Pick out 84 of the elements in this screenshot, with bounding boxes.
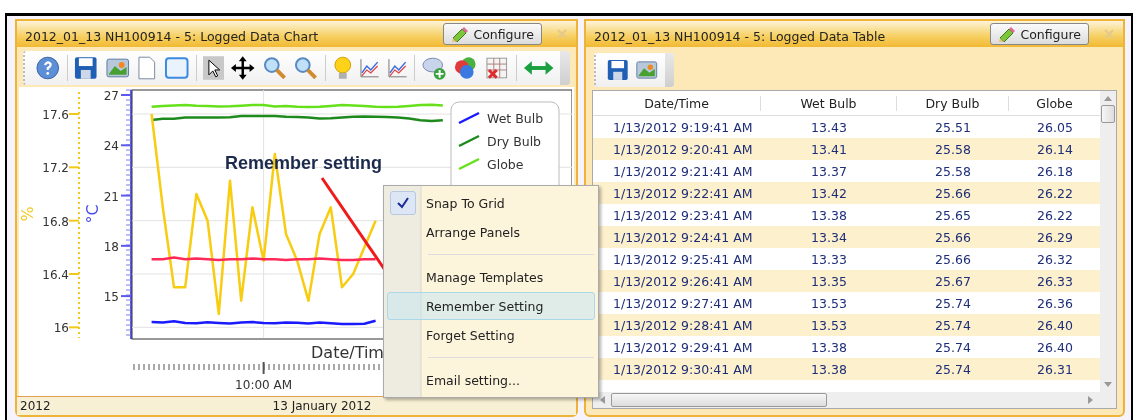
menu-item[interactable]: Arrange Panels: [387, 218, 595, 246]
table-cell-text: 25.74: [934, 295, 972, 311]
configure-button[interactable]: Configure: [443, 23, 542, 45]
axis-title: °C: [83, 204, 102, 224]
table-cell-text: 26.22: [1036, 207, 1074, 223]
axis-tick-label: 15: [103, 290, 119, 305]
axis-tick-label: 16: [53, 321, 69, 336]
table-cell-text: 13.38: [810, 339, 848, 355]
menu-item[interactable]: Remember Setting: [387, 292, 595, 320]
table-cell-text: 13.53: [810, 317, 848, 333]
table-cell-text: 13.34: [810, 229, 848, 245]
table-cell-text: 1/13/2012 9:21:41 AM: [612, 163, 754, 179]
table-row[interactable]: 1/13/2012 9:22:41 AM 13.42 25.66 26.22: [593, 182, 1100, 204]
table-cell-text: 13.42: [810, 185, 848, 201]
table-cell-text: 25.58: [934, 163, 972, 179]
table-cell-text: 26.14: [1036, 141, 1074, 157]
table-cell-text: 26.32: [1036, 251, 1074, 267]
legend-label: Globe: [487, 157, 524, 172]
table-row[interactable]: 1/13/2012 9:21:41 AM 13.37 25.58 26.18: [593, 160, 1100, 182]
table-cell-text: 1/13/2012 9:27:41 AM: [612, 295, 754, 311]
status-text: 13 January 2012: [272, 399, 372, 413]
axis-tick-label: 16.8: [42, 214, 69, 229]
table-cell-text: 26.05: [1036, 119, 1074, 135]
axis-tick-label: 10:00 AM: [235, 378, 293, 392]
table-cell-text: 25.67: [934, 273, 972, 289]
table-cell-text: 25.66: [934, 185, 972, 201]
configure-button[interactable]: Configure: [990, 23, 1089, 45]
status-text: 2012: [20, 399, 51, 413]
table-cell-text: 26.18: [1036, 163, 1074, 179]
table-cell-text: 1/13/2012 9:28:41 AM: [612, 317, 754, 333]
axis-tick-label: 24: [103, 139, 119, 154]
table-cell-text: 13.33: [810, 251, 848, 267]
table-cell-text: 25.74: [934, 317, 972, 333]
menu-item[interactable]: Snap To Grid: [387, 189, 595, 217]
axis-tick-label: 17.6: [42, 108, 69, 122]
table-cell-text: 1/13/2012 9:29:41 AM: [612, 339, 754, 355]
panel-title: 2012_01_13 NH100914 - 5: Logged Data Chart: [25, 27, 320, 44]
table-row[interactable]: 1/13/2012 9:19:41 AM 13.43 25.51 26.05: [593, 116, 1100, 138]
table-cell-text: 25.74: [934, 361, 972, 377]
axis-tick-label: 16.4: [42, 268, 69, 282]
axis-tick-label: 27: [103, 89, 119, 104]
table-cell-text: 25.51: [934, 119, 972, 135]
axis-tick-label: 17.2: [42, 161, 69, 176]
table-cell-text: 26.40: [1036, 317, 1074, 333]
menu-item[interactable]: Manage Templates: [387, 263, 595, 291]
table-cell-text: 26.29: [1036, 229, 1074, 245]
table-cell-text: 13.53: [810, 295, 848, 311]
table-cell-text: 1/13/2012 9:24:41 AM: [612, 229, 754, 245]
table-cell-text: 26.33: [1036, 273, 1074, 289]
table-cell-text: 1/13/2012 9:30:41 AM: [612, 361, 754, 377]
table-cell-text: 26.40: [1036, 339, 1074, 355]
table-cell-text: 13.37: [810, 163, 848, 179]
table-cell-text: 1/13/2012 9:26:41 AM: [612, 273, 754, 289]
table-cell-text: 1/13/2012 9:19:41 AM: [612, 119, 754, 135]
table-cell-text: 13.43: [810, 119, 848, 135]
column-header[interactable]: Date/Time: [593, 95, 761, 111]
legend-label: Dry Bulb: [487, 134, 542, 149]
table-cell-text: 25.66: [934, 251, 972, 267]
table-cell-text: 25.58: [934, 141, 972, 157]
table-cell-text: 13.38: [810, 207, 848, 223]
table-cell-text: 26.31: [1036, 361, 1074, 377]
legend-label: Wet Bulb: [487, 111, 544, 126]
table-cell-text: 26.22: [1036, 185, 1074, 201]
table-cell-text: 25.65: [934, 207, 972, 223]
table-cell-text: 13.38: [810, 361, 848, 377]
table-row[interactable]: 1/13/2012 9:20:41 AM 13.41 25.58 26.14: [593, 138, 1100, 160]
table-cell-text: 25.66: [934, 229, 972, 245]
menu-item[interactable]: Email setting...: [387, 366, 595, 394]
axis-title: Date/Tim: [311, 343, 384, 362]
menu-item[interactable]: Forget Setting: [387, 321, 595, 349]
table-cell-text: 1/13/2012 9:20:41 AM: [612, 141, 754, 157]
axis-title: %: [19, 206, 37, 222]
axis-tick-label: 18: [103, 239, 119, 254]
panel-title: 2012_01_13 NH100914 - 5: Logged Data Table: [594, 27, 887, 44]
table-cell-text: 1/13/2012 9:25:41 AM: [612, 251, 754, 267]
table-cell-text: 25.74: [934, 339, 972, 355]
column-header[interactable]: Dry Bulb: [897, 95, 1009, 111]
table-cell-text: 1/13/2012 9:23:41 AM: [612, 207, 754, 223]
axis-tick-label: 21: [103, 189, 119, 204]
column-header[interactable]: Wet Bulb: [761, 95, 897, 111]
table-cell-text: 26.36: [1036, 295, 1074, 311]
table-cell-text: 1/13/2012 9:22:41 AM: [612, 185, 754, 201]
table-cell-text: 13.41: [810, 141, 848, 157]
table-cell-text: 13.35: [810, 273, 848, 289]
